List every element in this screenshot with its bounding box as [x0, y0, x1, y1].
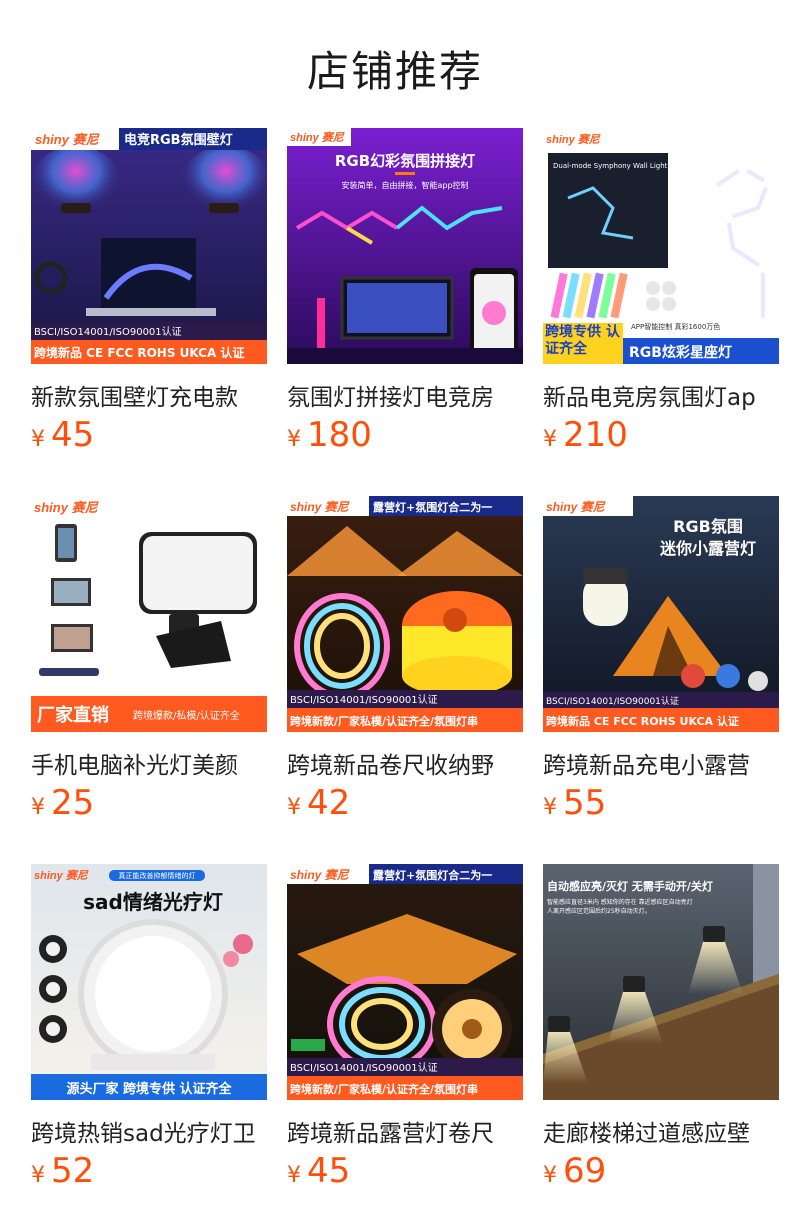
subline-text: 安装简单，自由拼接，智能app控制	[341, 180, 468, 190]
product-card[interactable]: Dual-mode Symphony Wall Light shiny 赛尼 A…	[543, 128, 779, 455]
product-name[interactable]: 跨境新品充电小露营	[543, 746, 779, 780]
product-name[interactable]: 新款氛围壁灯充电款	[31, 378, 267, 412]
bar-small-text: 跨境爆款/私模/认证齐全	[133, 709, 240, 722]
product-name[interactable]: 手机电脑补光灯美颜	[31, 746, 267, 780]
product-price: ¥55	[543, 783, 607, 823]
product-name[interactable]: 新品电竞房氛围灯ap	[543, 378, 779, 412]
bar-big-text: 厂家直销	[37, 704, 109, 726]
subline-text-1: 智能感应直径3米内 感知你的存在 靠近感应区自动亮灯	[547, 898, 693, 906]
cert-text-2: 跨境新款/厂家私模/认证齐全/氛围灯串	[290, 714, 478, 728]
product-price: ¥45	[31, 415, 95, 455]
headline-text-1: RGB氛围	[673, 517, 743, 536]
cert-text: BSCI/ISO14001/ISO90001认证	[34, 325, 182, 338]
cert-text: BSCI/ISO14001/ISO90001认证	[546, 695, 679, 707]
product-name[interactable]: 走廊楼梯过道感应壁	[543, 1114, 779, 1148]
product-card[interactable]: shiny 赛尼 RGB氛围 迷你小露营灯 BSCI/ISO14001/ISO9…	[543, 496, 779, 823]
product-price: ¥25	[31, 783, 95, 823]
product-card[interactable]: shiny 赛尼 电竞RGB氛围壁灯 BSCI/ISO14001/ISO9000…	[31, 128, 267, 455]
brand-logo: shiny 赛尼	[35, 132, 101, 147]
banner-text: 电竞RGB氛围壁灯	[124, 132, 233, 148]
product-image[interactable]: shiny 赛尼 露营灯+氛围灯合二为一 BSCI/ISO14001/ISO90…	[287, 864, 523, 1100]
product-price: ¥180	[287, 415, 372, 455]
product-image[interactable]: shiny 赛尼 厂家直销 跨境爆款/私模/认证齐全	[31, 496, 267, 732]
subline-text-2: 人离开感应区范围后约25秒自动灭灯。	[547, 907, 651, 915]
product-image[interactable]: shiny 赛尼 电竞RGB氛围壁灯 BSCI/ISO14001/ISO9000…	[31, 128, 267, 364]
cert-text: BSCI/ISO14001/ISO90001认证	[290, 1061, 438, 1074]
cert-text-2: 跨境新品 CE FCC ROHS UKCA 认证	[546, 714, 739, 728]
banner-text: 露营灯+氛围灯合二为一	[373, 868, 492, 882]
product-card[interactable]: shiny 赛尼 RGB幻彩氛围拼接灯 安装简单，自由拼接，智能app控制 氛围…	[287, 128, 523, 455]
page-title: 店铺推荐	[306, 47, 483, 96]
headline-text-2: 迷你小露营灯	[659, 539, 756, 558]
cert-text-2: 跨境新款/厂家私模/认证齐全/氛围灯串	[290, 1082, 478, 1096]
product-card[interactable]: shiny 赛尼 厂家直销 跨境爆款/私模/认证齐全 手机电脑补光灯美颜 ¥25	[31, 496, 267, 823]
brand-logo: shiny 赛尼	[546, 500, 606, 514]
box-text: Dual-mode Symphony Wall Light	[553, 162, 668, 170]
product-price: ¥69	[543, 1151, 607, 1191]
product-price: ¥45	[287, 1151, 351, 1191]
product-card[interactable]: shiny 赛尼 露营灯+氛围灯合二为一 BSCI/ISO14001/ISO90…	[287, 496, 523, 823]
product-price: ¥52	[31, 1151, 95, 1191]
app-text: APP智能控制 真彩1600万色	[631, 322, 720, 331]
product-card[interactable]: 自动感应亮/灭灯 无需手动开/关灯 智能感应直径3米内 感知你的存在 靠近感应区…	[543, 864, 779, 1191]
bar-text: RGB炫彩星座灯	[629, 344, 732, 361]
tag-text: 真正能改善抑郁情绪的灯	[119, 871, 196, 880]
product-name[interactable]: 氛围灯拼接灯电竞房	[287, 378, 523, 412]
product-card[interactable]: shiny 赛尼 真正能改善抑郁情绪的灯 sad情绪光疗灯 源头厂家 跨境专供 …	[31, 864, 267, 1191]
headline-text: RGB幻彩氛围拼接灯	[335, 152, 475, 170]
cert-text: BSCI/ISO14001/ISO90001认证	[290, 693, 438, 706]
product-image[interactable]: shiny 赛尼 RGB幻彩氛围拼接灯 安装简单，自由拼接，智能app控制	[287, 128, 523, 364]
product-image[interactable]: 自动感应亮/灭灯 无需手动开/关灯 智能感应直径3米内 感知你的存在 靠近感应区…	[543, 864, 779, 1100]
bar-text: 源头厂家 跨境专供 认证齐全	[66, 1081, 232, 1097]
product-name[interactable]: 跨境新品卷尺收纳野	[287, 746, 523, 780]
cert-text-2: 跨境新品 CE FCC ROHS UKCA 认证	[34, 345, 244, 360]
headline-text: sad情绪光疗灯	[83, 890, 223, 914]
brand-logo: shiny 赛尼	[546, 133, 601, 146]
badge-text: 跨境专供 认证齐全	[545, 324, 620, 357]
product-image[interactable]: shiny 赛尼 露营灯+氛围灯合二为一 BSCI/ISO14001/ISO90…	[287, 496, 523, 732]
brand-logo: shiny 赛尼	[290, 868, 350, 882]
banner-text: 露营灯+氛围灯合二为一	[373, 500, 492, 514]
brand-logo: shiny 赛尼	[290, 131, 345, 144]
brand-logo: shiny 赛尼	[34, 500, 100, 515]
product-name[interactable]: 跨境热销sad光疗灯卫	[31, 1114, 267, 1148]
product-price: ¥42	[287, 783, 351, 823]
headline-text: 自动感应亮/灭灯 无需手动开/关灯	[547, 879, 713, 893]
brand-logo: shiny 赛尼	[290, 500, 350, 514]
product-card[interactable]: shiny 赛尼 露营灯+氛围灯合二为一 BSCI/ISO14001/ISO90…	[287, 864, 523, 1191]
product-image[interactable]: Dual-mode Symphony Wall Light shiny 赛尼 A…	[543, 128, 779, 364]
brand-logo: shiny 赛尼	[34, 869, 89, 882]
product-image[interactable]: shiny 赛尼 RGB氛围 迷你小露营灯 BSCI/ISO14001/ISO9…	[543, 496, 779, 732]
product-image[interactable]: shiny 赛尼 真正能改善抑郁情绪的灯 sad情绪光疗灯 源头厂家 跨境专供 …	[31, 864, 267, 1100]
product-name[interactable]: 跨境新品露营灯卷尺	[287, 1114, 523, 1148]
product-price: ¥210	[543, 415, 628, 455]
